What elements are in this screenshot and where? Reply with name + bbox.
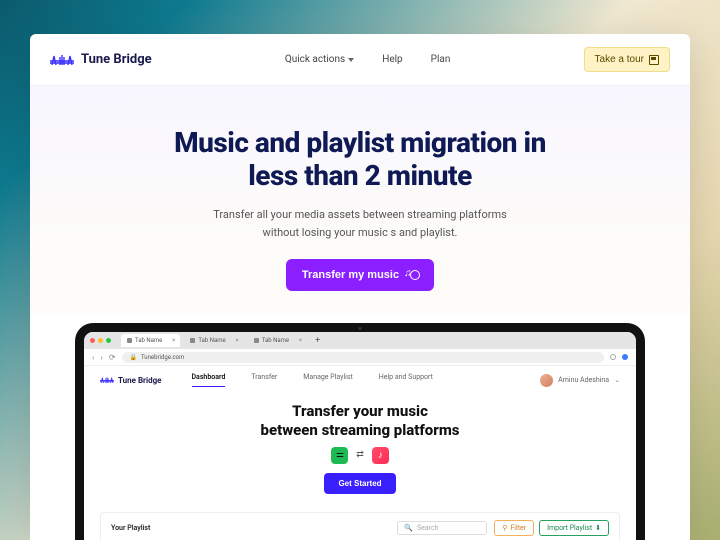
import-playlist-button[interactable]: Import Playlist ⬇ bbox=[539, 520, 609, 536]
download-icon: ⬇ bbox=[595, 524, 601, 532]
brand[interactable]: Tune Bridge bbox=[50, 52, 152, 68]
user-menu[interactable]: Aminu Adeshina ⌄ bbox=[540, 374, 620, 387]
back-icon[interactable]: ‹ bbox=[92, 353, 94, 362]
transfer-music-button[interactable]: Transfer my music bbox=[286, 259, 434, 291]
swap-icon: ⇄ bbox=[356, 450, 364, 460]
tab-manage-playlist[interactable]: Manage Playlist bbox=[303, 373, 352, 387]
app-nav: Tune Bridge Dashboard Transfer Manage Pl… bbox=[84, 366, 636, 394]
tab-favicon-icon bbox=[127, 338, 132, 343]
flag-icon bbox=[649, 55, 659, 65]
maximize-window-icon[interactable] bbox=[106, 338, 111, 343]
platform-icons: ⇄ bbox=[104, 447, 616, 464]
browser-tab-bar: Tab Name × Tab Name × Tab Name × + bbox=[84, 332, 636, 349]
profile-icon[interactable] bbox=[622, 354, 628, 360]
tab-favicon-icon bbox=[190, 338, 195, 343]
url-input[interactable]: 🔒 Tunebridge.com bbox=[122, 352, 604, 363]
avatar bbox=[540, 374, 553, 387]
extension-icon[interactable] bbox=[610, 354, 616, 360]
laptop-frame: Tab Name × Tab Name × Tab Name × + bbox=[75, 323, 645, 540]
close-tab-icon[interactable]: × bbox=[236, 337, 239, 344]
minimize-window-icon[interactable] bbox=[98, 338, 103, 343]
reload-icon[interactable]: ⟳ bbox=[109, 353, 116, 362]
tab-transfer[interactable]: Transfer bbox=[251, 373, 277, 387]
close-tab-icon[interactable]: × bbox=[299, 337, 302, 344]
playlist-toolbar: Your Playlist 🔍 Search ⚲ Filter Import P… bbox=[100, 512, 620, 540]
spotify-icon bbox=[331, 447, 348, 464]
browser-url-bar: ‹ › ⟳ 🔒 Tunebridge.com bbox=[84, 349, 636, 366]
take-tour-button[interactable]: Take a tour bbox=[584, 47, 670, 72]
app-hero: Transfer your music between streaming pl… bbox=[84, 394, 636, 504]
hero: Music and playlist migration in less tha… bbox=[30, 86, 690, 313]
get-started-button[interactable]: Get Started bbox=[324, 473, 395, 494]
search-icon: 🔍 bbox=[404, 524, 413, 532]
top-nav: Tune Bridge Quick actions Help Plan Take… bbox=[30, 34, 690, 86]
brand-logo-icon bbox=[50, 52, 74, 68]
app-tabs: Dashboard Transfer Manage Playlist Help … bbox=[192, 373, 433, 387]
nav-help[interactable]: Help bbox=[382, 54, 402, 65]
hero-subtitle: Transfer all your media assets between s… bbox=[70, 206, 650, 241]
lock-icon: 🔒 bbox=[130, 354, 137, 361]
new-tab-button[interactable]: + bbox=[311, 336, 324, 346]
landing-page: Tune Bridge Quick actions Help Plan Take… bbox=[30, 34, 690, 540]
brand-logo-icon bbox=[100, 375, 114, 385]
hero-title: Music and playlist migration in less tha… bbox=[70, 126, 650, 192]
laptop-screen: Tab Name × Tab Name × Tab Name × + bbox=[84, 332, 636, 540]
app-brand[interactable]: Tune Bridge bbox=[100, 375, 162, 385]
browser-tab[interactable]: Tab Name × bbox=[121, 334, 180, 347]
app-hero-title: Transfer your music between streaming pl… bbox=[104, 402, 616, 440]
browser-tab[interactable]: Tab Name × bbox=[248, 334, 307, 347]
filter-button[interactable]: ⚲ Filter bbox=[494, 520, 534, 536]
close-window-icon[interactable] bbox=[90, 338, 95, 343]
laptop-mockup: Tab Name × Tab Name × Tab Name × + bbox=[30, 313, 690, 540]
user-name: Aminu Adeshina bbox=[558, 376, 609, 384]
nav-links: Quick actions Help Plan bbox=[285, 54, 451, 65]
close-tab-icon[interactable]: × bbox=[172, 337, 175, 344]
forward-icon[interactable]: › bbox=[100, 353, 102, 362]
chevron-down-icon bbox=[348, 58, 354, 62]
chevron-down-icon: ⌄ bbox=[614, 376, 620, 384]
tab-help-support[interactable]: Help and Support bbox=[379, 373, 433, 387]
playlist-title: Your Playlist bbox=[111, 524, 150, 532]
tab-dashboard[interactable]: Dashboard bbox=[192, 373, 226, 387]
apple-music-icon bbox=[372, 447, 389, 464]
browser-tab[interactable]: Tab Name × bbox=[184, 334, 243, 347]
music-disc-icon bbox=[406, 270, 418, 280]
traffic-lights bbox=[90, 338, 111, 343]
tab-favicon-icon bbox=[254, 338, 259, 343]
brand-name: Tune Bridge bbox=[81, 52, 152, 67]
search-input[interactable]: 🔍 Search bbox=[397, 521, 487, 535]
nav-plan[interactable]: Plan bbox=[431, 54, 451, 65]
filter-icon: ⚲ bbox=[502, 524, 507, 532]
nav-quick-actions[interactable]: Quick actions bbox=[285, 54, 354, 65]
